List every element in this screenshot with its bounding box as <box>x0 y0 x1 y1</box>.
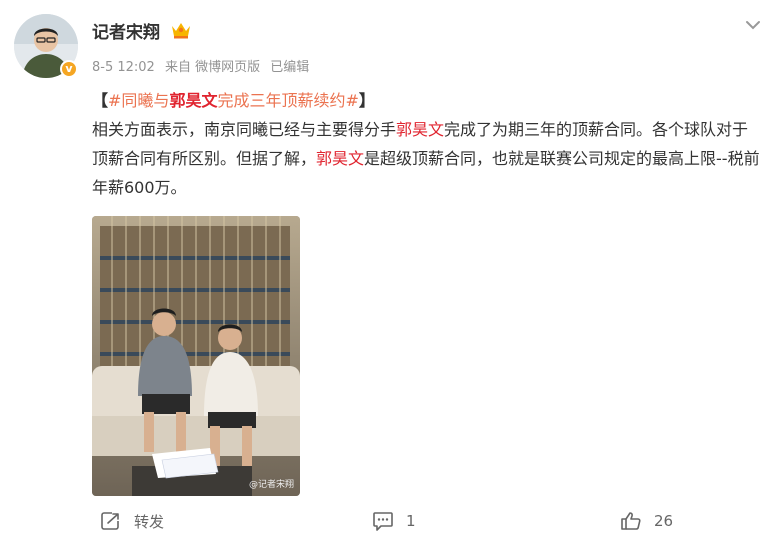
post-meta: 8-5 12:02 来自 微博网页版 已编辑 <box>92 56 315 75</box>
player-name-highlight: 郭昊文 <box>396 120 445 139</box>
like-count: 26 <box>654 512 674 530</box>
like-button[interactable]: 26 <box>620 510 673 532</box>
comment-count: 1 <box>406 512 416 530</box>
author-name[interactable]: 记者宋翔 <box>92 18 160 43</box>
comment-button[interactable]: 1 <box>372 510 416 532</box>
thumbs-up-icon <box>621 512 641 530</box>
player-name-highlight: 郭昊文 <box>316 149 365 168</box>
chevron-down-icon[interactable] <box>744 16 762 34</box>
post-content: 【#同曦与郭昊文完成三年顶薪续约#】 相关方面表示，南京同曦已经与主要得分手郭昊… <box>92 86 760 202</box>
post-body: 相关方面表示，南京同曦已经与主要得分手郭昊文完成了为期三年的顶薪合同。各个球队对… <box>92 120 760 197</box>
edited-label[interactable]: 已编辑 <box>270 60 309 75</box>
topic-tag: #同曦与 <box>108 91 170 110</box>
topic-line[interactable]: 【#同曦与郭昊文完成三年顶薪续约#】 <box>92 86 760 115</box>
action-bar: 转发 1 26 <box>0 500 776 539</box>
image-watermark: @记者宋翔 <box>248 480 294 490</box>
crown-icon[interactable] <box>170 20 192 40</box>
topic-name: 郭昊文 <box>169 91 218 110</box>
post-image[interactable]: @记者宋翔 <box>92 216 300 496</box>
repost-icon <box>101 512 119 530</box>
comment-icon <box>373 512 393 531</box>
post-time[interactable]: 8-5 12:02 <box>92 60 155 75</box>
repost-label: 转发 <box>134 512 165 531</box>
repost-button[interactable]: 转发 <box>100 510 164 532</box>
post-source: 来自 微博网页版 <box>164 60 261 75</box>
verified-badge-icon: v <box>60 60 78 78</box>
